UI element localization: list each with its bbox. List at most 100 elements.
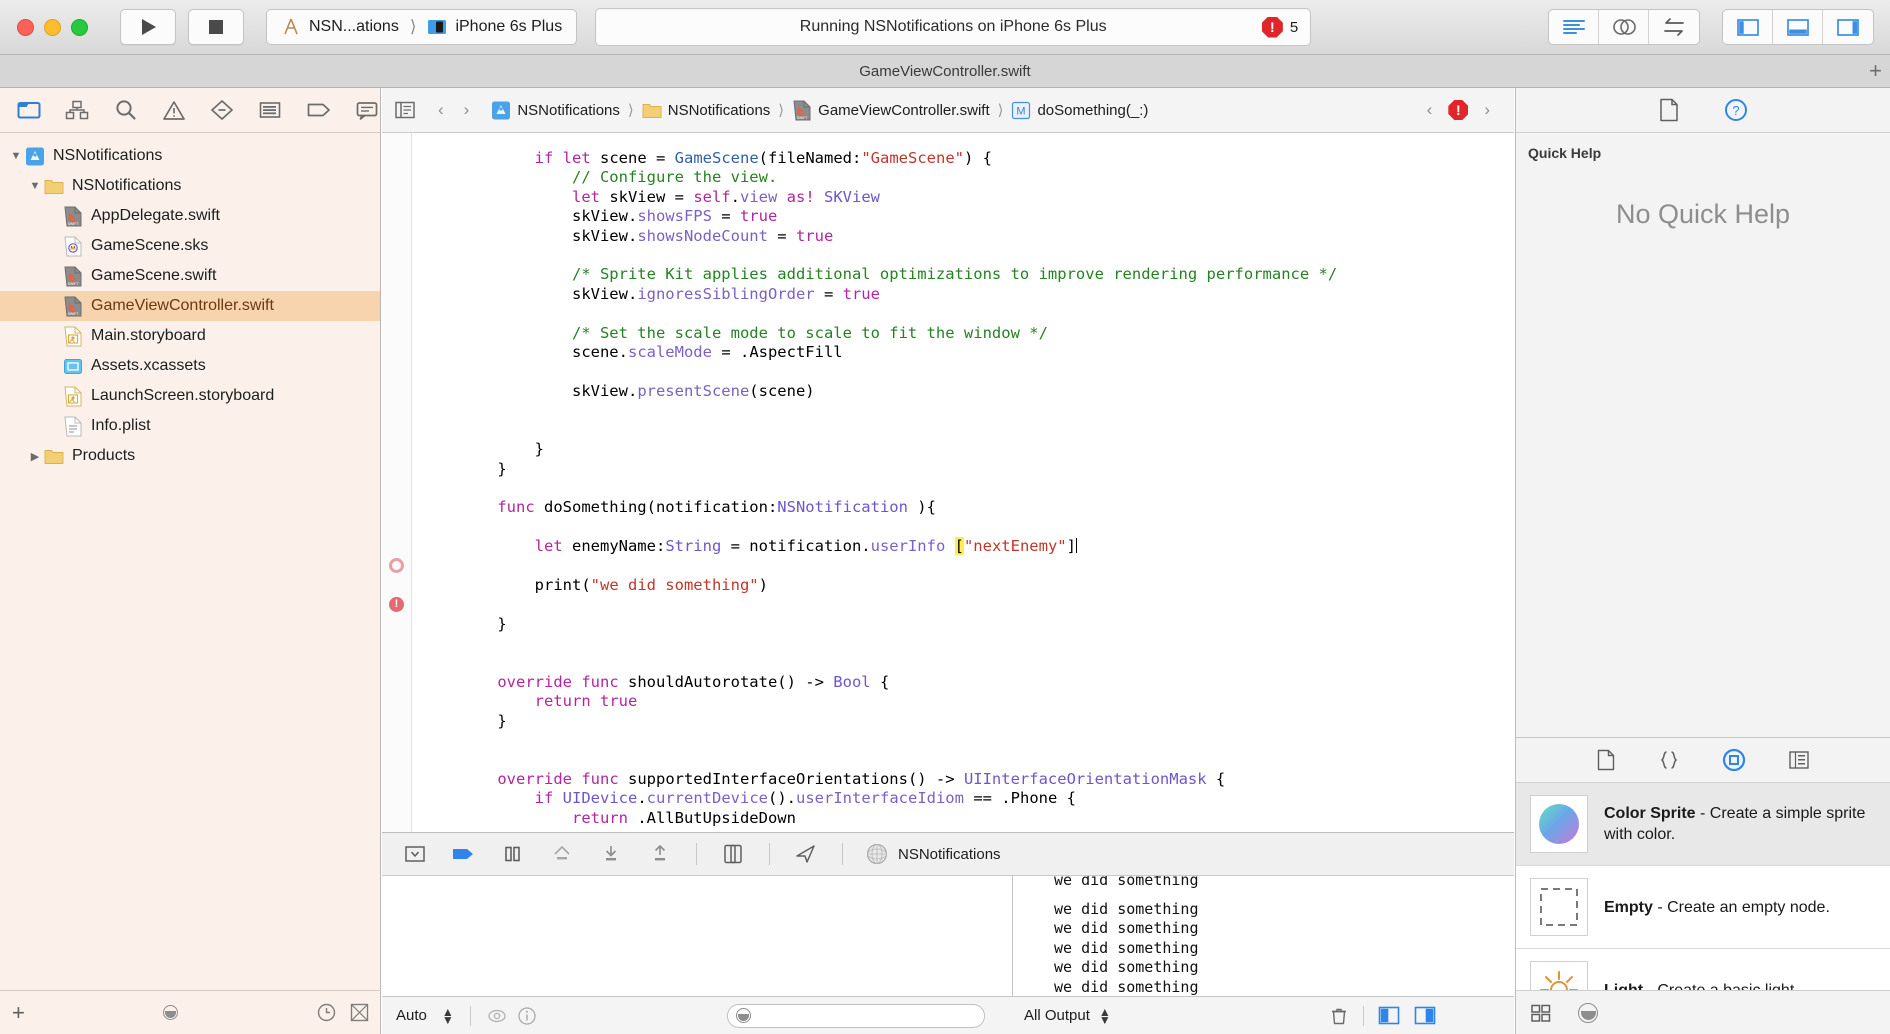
library-item[interactable]: Color Sprite - Create a simple sprite wi…: [1516, 783, 1890, 866]
issue-icon[interactable]: [161, 97, 187, 123]
code-line[interactable]: skView.ignoresSiblingOrder = true: [460, 285, 1514, 304]
navigate-forward-button[interactable]: ›: [454, 100, 480, 120]
pause-button[interactable]: [500, 842, 526, 866]
code-line[interactable]: [460, 518, 1514, 537]
info-icon[interactable]: [517, 1006, 537, 1026]
disclosure-triangle[interactable]: ▶: [27, 450, 43, 463]
code-line[interactable]: /* Sprite Kit applies additional optimiz…: [460, 265, 1514, 284]
code-line[interactable]: [460, 557, 1514, 576]
code-line[interactable]: [460, 479, 1514, 498]
run-button[interactable]: [120, 9, 176, 45]
object-library-icon[interactable]: [1722, 748, 1746, 772]
report-icon[interactable]: [354, 97, 380, 123]
stop-button[interactable]: [188, 9, 244, 45]
breadcrumb-item[interactable]: NSNotifications: [491, 100, 620, 121]
file-row[interactable]: Main.storyboard: [0, 321, 380, 351]
previous-issue-button[interactable]: ‹: [1417, 100, 1443, 120]
file-inspector-icon[interactable]: [1658, 98, 1680, 122]
code-line[interactable]: override func supportedInterfaceOrientat…: [460, 770, 1514, 789]
code-line[interactable]: /* Set the scale mode to scale to fit th…: [460, 324, 1514, 343]
add-tab-button[interactable]: +: [1869, 59, 1882, 83]
editor-gutter[interactable]: !: [382, 133, 412, 832]
code-line[interactable]: }: [460, 460, 1514, 479]
add-file-button[interactable]: +: [12, 1001, 25, 1023]
code-line[interactable]: [460, 595, 1514, 614]
code-line[interactable]: skView.showsFPS = true: [460, 207, 1514, 226]
eye-icon[interactable]: [487, 1006, 507, 1026]
code-line[interactable]: [460, 634, 1514, 653]
code-line[interactable]: [460, 304, 1514, 323]
code-snippet-library-icon[interactable]: [1658, 749, 1680, 771]
disclosure-triangle[interactable]: ▼: [27, 180, 43, 192]
library-item[interactable]: Empty - Create an empty node.: [1516, 866, 1890, 949]
code-line[interactable]: }: [460, 440, 1514, 459]
quick-help-inspector-icon[interactable]: ?: [1724, 98, 1748, 122]
code-text[interactable]: if let scene = GameScene(fileNamed:"Game…: [412, 133, 1514, 832]
debug-icon[interactable]: [257, 97, 283, 123]
trash-icon[interactable]: [1329, 1006, 1349, 1026]
navigate-back-button[interactable]: ‹: [428, 100, 454, 120]
variables-filter-field[interactable]: [727, 1003, 985, 1028]
media-library-icon[interactable]: [1788, 749, 1810, 771]
code-line[interactable]: skView.presentScene(scene): [460, 382, 1514, 401]
file-row[interactable]: ▶ Products: [0, 441, 380, 471]
variables-view[interactable]: [382, 876, 1013, 996]
breadcrumb-item[interactable]: NSNotifications: [642, 100, 770, 121]
active-tab-title[interactable]: GameViewController.swift: [0, 55, 1890, 88]
file-row[interactable]: ▼ NSNotifications: [0, 171, 380, 201]
code-line[interactable]: [460, 421, 1514, 440]
minimize-button[interactable]: [44, 18, 61, 36]
code-line[interactable]: skView.showsNodeCount = true: [460, 227, 1514, 246]
continue-button[interactable]: [451, 842, 477, 866]
code-line[interactable]: }: [460, 615, 1514, 634]
code-line[interactable]: override func shouldAutorotate() -> Bool…: [460, 673, 1514, 692]
file-row-selected[interactable]: SWIFT GameViewController.swift: [0, 291, 380, 321]
code-line[interactable]: [460, 731, 1514, 750]
code-line[interactable]: [460, 751, 1514, 770]
view-hierarchy-button[interactable]: [720, 842, 746, 866]
recent-icon[interactable]: [317, 1003, 336, 1022]
file-template-library-icon[interactable]: [1596, 749, 1616, 771]
variables-scope-stepper[interactable]: ▲ ▼: [442, 1006, 454, 1026]
file-row[interactable]: ▼ NSNotifications: [0, 141, 380, 171]
code-line[interactable]: // Configure the view.: [460, 168, 1514, 187]
code-line[interactable]: [460, 654, 1514, 673]
folder-icon[interactable]: [16, 97, 42, 123]
file-row[interactable]: LaunchScreen.storyboard: [0, 381, 380, 411]
version-editor-button[interactable]: [1649, 10, 1699, 44]
file-row[interactable]: SWIFT GameScene.swift: [0, 261, 380, 291]
file-row[interactable]: GameScene.sks: [0, 231, 380, 261]
breadcrumb-item[interactable]: MdoSomething(_:): [1011, 100, 1148, 121]
issue-counter[interactable]: ! 5: [1261, 16, 1298, 38]
scheme-selector[interactable]: NSN...ations ⟩ iPhone 6s Plus: [266, 9, 578, 45]
breadcrumb-item[interactable]: SWIFT GameViewController.swift: [792, 100, 990, 121]
disclosure-triangle[interactable]: ▼: [8, 150, 24, 162]
code-line[interactable]: [460, 246, 1514, 265]
code-line[interactable]: [460, 362, 1514, 381]
step-over-button[interactable]: [549, 842, 575, 866]
code-line[interactable]: return .AllButUpsideDown: [460, 809, 1514, 828]
code-line[interactable]: let skView = self.view as! SKView: [460, 188, 1514, 207]
toggle-navigator-button[interactable]: [1723, 10, 1773, 44]
file-row[interactable]: Assets.xcassets: [0, 351, 380, 381]
show-console-icon[interactable]: [1414, 1006, 1436, 1025]
step-out-button[interactable]: [647, 842, 673, 866]
file-row[interactable]: SWIFT AppDelegate.swift: [0, 201, 380, 231]
file-row[interactable]: Info.plist: [0, 411, 380, 441]
code-line[interactable]: print("we did something"): [460, 576, 1514, 595]
assistant-editor-button[interactable]: [1599, 10, 1649, 44]
error-marker[interactable]: !: [389, 597, 404, 613]
show-variables-icon[interactable]: [1378, 1006, 1400, 1025]
filter-circle-icon[interactable]: [163, 1005, 179, 1020]
source-control-icon[interactable]: [64, 97, 90, 123]
variables-scope-label[interactable]: Auto: [396, 1007, 427, 1024]
simulate-location-button[interactable]: [793, 842, 819, 866]
toggle-debug-area-button[interactable]: [1773, 10, 1823, 44]
breakpoint-icon[interactable]: [306, 97, 332, 123]
close-button[interactable]: [17, 18, 34, 36]
output-scope-label[interactable]: All Output: [1024, 1007, 1090, 1024]
step-into-button[interactable]: [598, 842, 624, 866]
next-issue-button[interactable]: ›: [1474, 100, 1500, 120]
code-area[interactable]: ! if let scene = GameScene(fileNamed:"Ga…: [382, 133, 1514, 832]
console-view[interactable]: we did something we did something we did s…: [1014, 876, 1514, 996]
